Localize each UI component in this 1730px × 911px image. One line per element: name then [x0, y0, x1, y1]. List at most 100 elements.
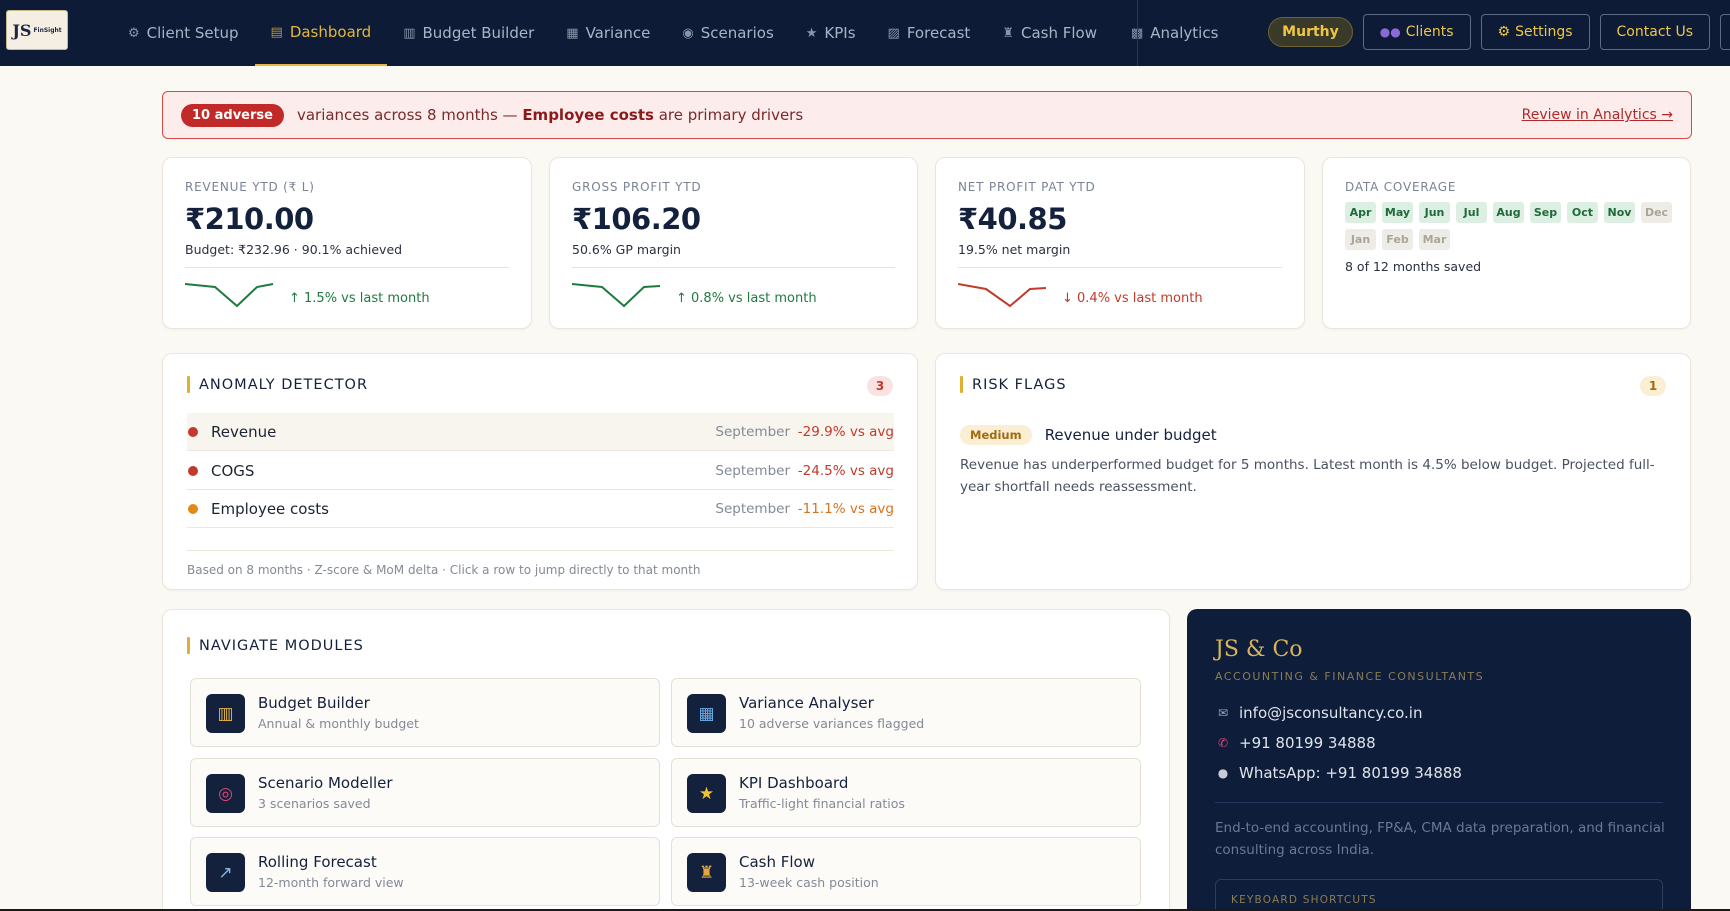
settings-button[interactable]: ⚙ Settings: [1480, 14, 1590, 50]
tab-label: Analytics: [1150, 24, 1219, 42]
module-sub: Traffic-light financial ratios: [739, 796, 905, 811]
users-icon: ●●: [1379, 25, 1401, 39]
kpi-card-revenue[interactable]: REVENUE YTD (₹ L) ₹210.00 Budget: ₹232.9…: [162, 157, 532, 329]
risk-title: RISK FLAGS: [972, 376, 1067, 393]
nav-tabs: ⚙ Client Setup ▤ Dashboard ▥ Budget Builder ▦ V…: [112, 0, 1234, 66]
anomaly-footer: Based on 8 months · Z-score & MoM delta …: [187, 550, 894, 577]
divider: [1215, 802, 1663, 803]
severity-dot: [188, 503, 198, 514]
tab-client-setup[interactable]: ⚙ Client Setup: [112, 0, 255, 66]
phone-text: +91 80199 34888: [1239, 734, 1376, 752]
anomaly-heading: ANOMALY DETECTOR: [187, 376, 368, 393]
company-email[interactable]: ✉ info@jsconsultancy.co.in: [1215, 704, 1423, 722]
tab-forecast[interactable]: ▨ Forecast: [872, 0, 987, 66]
review-analytics-link[interactable]: Review in Analytics →: [1522, 107, 1673, 123]
kpi-sub: 19.5% net margin: [958, 242, 1071, 257]
phone-icon: ✆: [1217, 736, 1229, 750]
divider: [185, 267, 509, 268]
risk-count-badge: 1: [1640, 376, 1666, 396]
month-chip[interactable]: Aug: [1493, 202, 1524, 223]
modules-title: NAVIGATE MODULES: [199, 637, 364, 654]
divider: [958, 267, 1282, 268]
email-text: info@jsconsultancy.co.in: [1239, 704, 1423, 722]
kpi-value: ₹106.20: [572, 202, 701, 236]
keyboard-shortcuts-box[interactable]: KEYBOARD SHORTCUTS: [1215, 879, 1663, 911]
coverage-label: DATA COVERAGE: [1345, 180, 1457, 194]
month-chip[interactable]: Jan: [1345, 229, 1376, 250]
module-scenario-modeller[interactable]: ◎ Scenario Modeller 3 scenarios saved: [190, 758, 660, 827]
anomaly-name: Employee costs: [211, 499, 329, 518]
module-sub: 10 adverse variances flagged: [739, 716, 925, 731]
kpi-delta: ↓ 0.4% vs last month: [1062, 291, 1203, 306]
accent-bar: [187, 376, 190, 393]
month-chip[interactable]: Jun: [1419, 202, 1450, 223]
anomaly-row[interactable]: Revenue September -29.9% vs avg: [187, 413, 894, 451]
adverse-count-badge: 10 adverse: [181, 103, 284, 127]
data-coverage-card: DATA COVERAGE Apr May Jun Jul Aug Sep Oct Nov De…: [1322, 157, 1691, 329]
tab-variance[interactable]: ▦ Variance: [550, 0, 666, 66]
tab-dashboard[interactable]: ▤ Dashboard: [254, 0, 388, 66]
risk-flags-card: RISK FLAGS 1 Medium Revenue under budget…: [935, 353, 1691, 590]
tab-cash-flow[interactable]: ♜ Cash Flow: [986, 0, 1113, 66]
kpi-card-gross-profit[interactable]: GROSS PROFIT YTD ₹106.20 50.6% GP margin…: [549, 157, 918, 329]
contact-label: Contact Us: [1616, 24, 1693, 40]
anomaly-row[interactable]: COGS September -24.5% vs avg: [187, 452, 894, 490]
whatsapp-text: WhatsApp: +91 80199 34888: [1239, 764, 1462, 782]
tab-scenarios[interactable]: ◉ Scenarios: [666, 0, 789, 66]
anomaly-pct: -11.1% vs avg: [797, 500, 894, 517]
tab-icon: ▦: [566, 25, 579, 41]
module-title: Variance Analyser: [739, 694, 874, 712]
user-pill[interactable]: Murthy: [1268, 17, 1353, 47]
module-sub: 13-week cash position: [739, 875, 879, 890]
tab-label: Client Setup: [146, 24, 239, 42]
clients-label: Clients: [1405, 24, 1454, 40]
app-logo[interactable]: JS FinSight: [6, 10, 68, 50]
severity-badge: Medium: [960, 424, 1032, 445]
nav-actions: Murthy ●● Clients ⚙ Settings Contact Us: [1268, 14, 1730, 50]
trend-icon: ↗: [206, 853, 245, 892]
anomaly-title: ANOMALY DETECTOR: [199, 376, 369, 393]
clients-button[interactable]: ●● Clients: [1362, 14, 1471, 50]
company-whatsapp[interactable]: ● WhatsApp: +91 80199 34888: [1215, 764, 1462, 782]
module-title: Budget Builder: [258, 694, 370, 712]
budget-icon: ▥: [206, 694, 245, 733]
sparkline: [572, 283, 661, 308]
risk-heading: RISK FLAGS: [960, 376, 1067, 393]
month-chip[interactable]: Jul: [1456, 202, 1487, 223]
month-chip[interactable]: Nov: [1604, 202, 1635, 223]
risk-item[interactable]: Medium Revenue under budget Revenue has …: [960, 424, 1666, 498]
month-chip[interactable]: May: [1382, 202, 1413, 223]
module-kpi-dashboard[interactable]: ★ KPI Dashboard Traffic-light financial …: [671, 758, 1141, 827]
module-title: Scenario Modeller: [258, 774, 393, 792]
contact-us-button[interactable]: Contact Us: [1599, 14, 1710, 50]
month-chip[interactable]: Oct: [1567, 202, 1598, 223]
anomaly-month: September: [715, 462, 790, 479]
top-nav: JS FinSight ⚙ Client Setup ▤ Dashboard ▥ Budg…: [0, 0, 1730, 66]
module-budget-builder[interactable]: ▥ Budget Builder Annual & monthly budget: [190, 678, 660, 747]
month-chip[interactable]: Sep: [1530, 202, 1561, 223]
month-chip[interactable]: Feb: [1382, 229, 1413, 250]
module-cash-flow[interactable]: ♜ Cash Flow 13-week cash position: [671, 837, 1141, 906]
divider: [572, 267, 895, 268]
tab-analytics[interactable]: ▩Analytics: [1115, 0, 1234, 66]
anomaly-detector-card: ANOMALY DETECTOR 3 Revenue September -29…: [162, 353, 918, 590]
overflow-button[interactable]: [1720, 14, 1730, 50]
kpi-sub: Budget: ₹232.96 · 90.1% achieved: [185, 242, 403, 257]
anomaly-row[interactable]: Employee costs September -11.1% vs avg: [187, 490, 894, 528]
module-variance-analyser[interactable]: ▦ Variance Analyser 10 adverse variances…: [671, 678, 1141, 747]
kpi-card-net-profit[interactable]: NET PROFIT PAT YTD ₹40.85 19.5% net marg…: [935, 157, 1305, 329]
gear-icon: ⚙: [1497, 24, 1511, 40]
company-phone[interactable]: ✆ +91 80199 34888: [1215, 734, 1376, 752]
month-chip[interactable]: Dec: [1641, 202, 1672, 223]
severity-dot: [188, 426, 198, 437]
tab-kpis[interactable]: ★ KPIs: [790, 0, 872, 66]
kpi-delta: ↑ 1.5% vs last month: [289, 291, 430, 306]
anomaly-name: COGS: [211, 461, 255, 480]
kpi-label: GROSS PROFIT YTD: [572, 180, 702, 194]
alert-text-before: variances across 8 months —: [296, 106, 523, 124]
month-chip[interactable]: Mar: [1419, 229, 1450, 250]
module-rolling-forecast[interactable]: ↗ Rolling Forecast 12-month forward view: [190, 837, 660, 906]
company-name: JS & Co: [1215, 637, 1303, 662]
month-chip[interactable]: Apr: [1345, 202, 1376, 223]
tab-budget-builder[interactable]: ▥ Budget Builder: [387, 0, 550, 66]
